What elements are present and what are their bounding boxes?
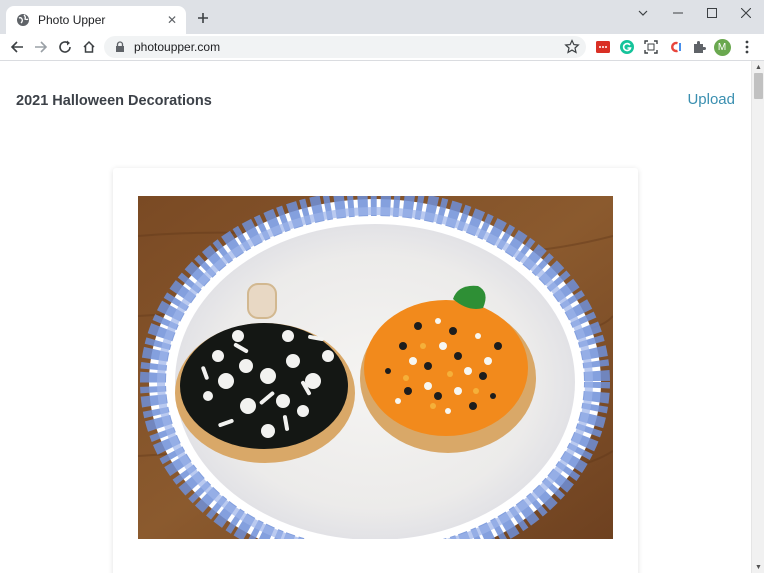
profile-initial: M xyxy=(713,38,731,56)
chevron-down-icon xyxy=(638,10,648,16)
c-extension-button[interactable] xyxy=(666,38,684,56)
minimize-icon xyxy=(673,12,683,14)
upload-link[interactable]: Upload xyxy=(687,91,735,108)
tab-close-icon[interactable]: ✕ xyxy=(162,10,182,30)
screenshot-extension-button[interactable] xyxy=(642,38,660,56)
home-button[interactable] xyxy=(79,37,99,57)
scroll-thumb[interactable] xyxy=(754,73,763,99)
back-arrow-icon xyxy=(10,41,23,53)
red-extension-icon xyxy=(596,41,610,53)
screenshot-icon xyxy=(644,40,658,54)
forward-button[interactable] xyxy=(31,37,51,57)
globe-icon xyxy=(17,14,29,26)
tab-search-button[interactable] xyxy=(626,0,660,26)
url-text: photoupper.com xyxy=(134,40,221,54)
tab-title: Photo Upper xyxy=(38,13,106,27)
maximize-icon xyxy=(707,8,717,18)
page-viewport: 2021 Halloween Decorations Upload xyxy=(0,61,751,573)
red-extension-button[interactable] xyxy=(594,38,612,56)
address-bar[interactable]: photoupper.com xyxy=(104,36,586,58)
extensions-button[interactable] xyxy=(690,38,708,56)
forward-arrow-icon xyxy=(35,41,48,53)
reload-icon xyxy=(59,40,71,53)
photo-card xyxy=(113,168,638,573)
bookmark-star-icon[interactable] xyxy=(564,39,580,55)
new-tab-button[interactable] xyxy=(194,9,212,27)
reload-button[interactable] xyxy=(55,37,75,57)
minimize-button[interactable] xyxy=(661,0,695,26)
kebab-menu-icon xyxy=(745,40,749,54)
browser-toolbar: photoupper.com M xyxy=(0,34,764,61)
grammarly-button[interactable] xyxy=(618,38,636,56)
plus-icon xyxy=(198,13,208,23)
close-icon xyxy=(741,8,751,18)
back-button[interactable] xyxy=(7,37,27,57)
halloween-cookies-photo[interactable] xyxy=(138,196,613,539)
close-window-button[interactable] xyxy=(729,0,763,26)
home-icon xyxy=(83,40,95,53)
grammarly-icon xyxy=(620,40,634,54)
page-title: 2021 Halloween Decorations xyxy=(16,93,212,109)
lock-icon xyxy=(116,41,124,52)
browser-tab-strip: Photo Upper ✕ xyxy=(0,0,764,34)
browser-tab[interactable]: Photo Upper ✕ xyxy=(6,6,186,34)
scroll-up-arrow-icon[interactable]: ▲ xyxy=(752,61,764,73)
puzzle-icon xyxy=(694,41,706,53)
maximize-button[interactable] xyxy=(695,0,729,26)
browser-menu-button[interactable] xyxy=(738,38,756,56)
profile-avatar[interactable]: M xyxy=(713,38,731,56)
scroll-down-arrow-icon[interactable]: ▼ xyxy=(752,561,764,573)
vertical-scrollbar[interactable]: ▲ ▼ xyxy=(751,61,764,573)
c-extension-icon xyxy=(671,41,681,53)
